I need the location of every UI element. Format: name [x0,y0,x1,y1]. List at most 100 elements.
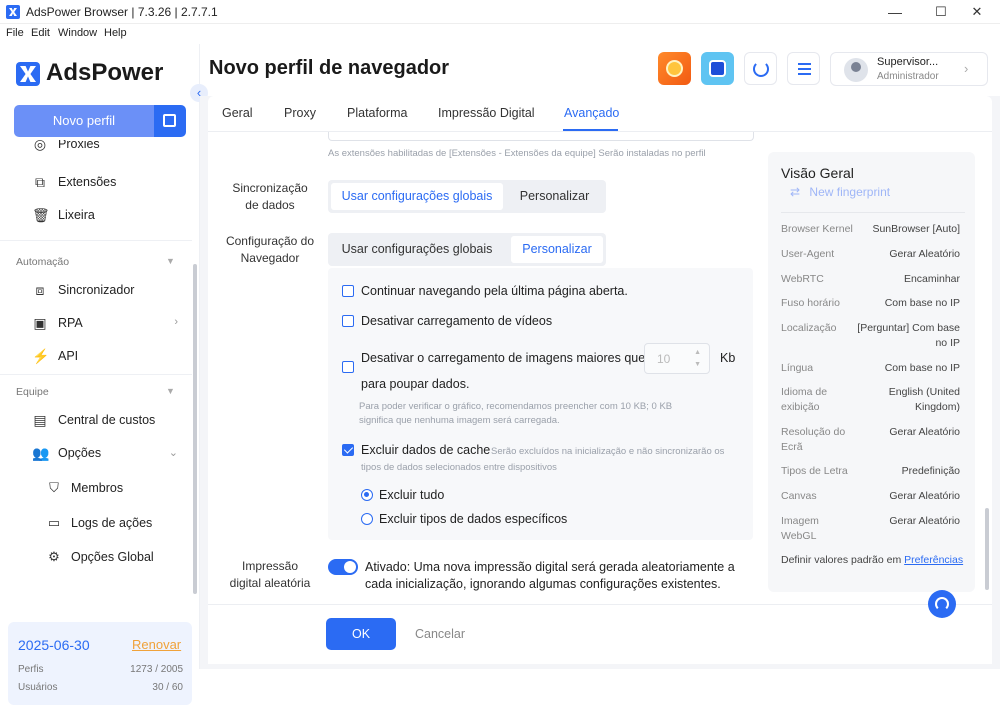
update-icon[interactable] [744,52,777,85]
overview-value: English (United Kingdom) [888,386,960,413]
exclude-all-radio[interactable] [361,489,373,501]
minimize-button[interactable]: — [872,0,918,24]
sidebar-item-api[interactable]: ⚡ API [30,345,190,369]
exclude-cache-hint: Serão excluídos na inicialização e não s… [361,446,725,473]
preferences-link[interactable]: Preferências [904,554,963,566]
sync-custom-option[interactable]: Personalizar [506,183,603,210]
users-icon: 👥 [32,445,50,461]
disable-images-label-cont: para poupar dados. [361,377,470,391]
renew-link[interactable]: Renovar [132,637,181,652]
overview-value: [Perguntar] Com base no IP [857,322,960,349]
tab-general[interactable]: Geral [222,106,253,120]
disable-images-checkbox[interactable] [342,361,354,373]
trash-icon: 🗑 [32,207,50,223]
divider [0,240,192,241]
image-size-hint: Para poder verificar o gráfico, recomend… [359,401,673,426]
close-button[interactable]: ✕ [954,0,1000,24]
add-square-icon [163,114,176,127]
overview-title: Visão Geral [781,165,854,181]
headset-icon[interactable] [928,590,956,618]
browser-custom-option[interactable]: Personalizar [511,236,603,263]
browser-config-label: Configuração do Navegador [225,234,315,265]
sidebar-item-rpa[interactable]: ▣ RPA › [30,312,190,336]
sync-icon: ⧈ [35,282,45,298]
exclude-specific-label: Excluir tipos de dados específicos [379,512,568,526]
tab-fingerprint[interactable]: Impressão Digital [438,106,535,120]
sidebar-item-trash[interactable]: 🗑 Lixeira [30,204,190,228]
browser-global-option[interactable]: Usar configurações globais [331,236,503,263]
overview-scrollbar[interactable] [985,508,989,590]
chevron-down-icon: ▼ [166,386,175,396]
overview-key: Língua [781,362,814,374]
avatar [844,58,868,82]
user-menu[interactable]: Supervisor... Administrador › [830,52,988,86]
logo-text: AdsPower [46,59,164,86]
chevron-right-icon: › [174,316,178,328]
continue-browsing-checkbox[interactable] [342,285,354,297]
random-fingerprint-toggle[interactable] [328,559,358,575]
sidebar-scrollbar[interactable] [193,264,197,594]
tab-platform[interactable]: Plataforma [347,106,407,120]
app-logo-icon [6,5,20,19]
settings-icon: ⚙ [48,549,60,564]
menu-help[interactable]: Help [104,27,127,39]
exclude-cache-checkbox[interactable] [342,444,354,456]
puzzle-icon: ⧉ [35,174,45,190]
image-size-unit: Kb [720,351,736,365]
list-menu-icon[interactable] [787,52,820,85]
sidebar-item-action-logs[interactable]: ▭ Logs de ações [46,512,196,536]
tab-proxy[interactable]: Proxy [284,106,316,120]
sidebar-item-cost-center[interactable]: ▤ Central de custos [30,409,190,433]
random-fingerprint-text: Ativado: Uma nova impressão digital será… [365,560,735,591]
overview-key: Fuso horário [781,297,840,309]
sidebar-item-proxies[interactable]: ◎ Proxies [30,140,190,154]
image-size-input[interactable]: 10 ▲ ▼ [644,343,710,374]
shuffle-icon: ⇄ [790,185,801,199]
menu-window[interactable]: Window [58,27,97,39]
plan-expiry-date: 2025-06-30 [18,637,90,653]
menu-bar: File Edit Window Help [0,24,1000,44]
disable-videos-checkbox[interactable] [342,315,354,327]
sidebar-item-members[interactable]: ⛉ Membros [46,477,196,501]
menu-file[interactable]: File [6,27,24,39]
sidebar-item-synchronizer[interactable]: ⧈ Sincronizador [30,279,190,303]
users-usage: Usuários 30 / 60 [18,682,183,693]
exclude-specific-radio[interactable] [361,513,373,525]
sidebar-item-extensions[interactable]: ⧉ Extensões [30,171,190,195]
overview-value: Gerar Aleatório [889,426,960,438]
disable-videos-label: Desativar carregamento de vídeos [361,314,553,328]
new-profile-batch-button[interactable] [154,105,186,137]
promo-coin-icon[interactable] [658,52,691,85]
new-fingerprint-button[interactable]: ⇄ New fingerprint [790,185,890,199]
overview-key: User-Agent [781,248,835,260]
ok-button[interactable]: OK [326,618,396,650]
cancel-button[interactable]: Cancelar [415,627,465,641]
extensions-hint: As extensões habilitadas de [Extensões -… [328,148,706,159]
decrement-icon[interactable]: ▼ [694,361,701,368]
overview-key: Idioma de exibição [781,386,828,413]
menu-edit[interactable]: Edit [31,27,50,39]
divider [781,212,965,213]
sidebar-item-options[interactable]: 👥 Opções ⌄ [30,442,190,466]
increment-icon[interactable]: ▲ [694,349,701,356]
chevron-right-icon: › [964,61,969,76]
support-icon[interactable] [701,52,734,85]
new-profile-button[interactable]: Novo perfil [14,105,154,137]
overview-panel: Visão Geral ⇄ New fingerprint Browser Ke… [768,152,975,592]
overview-value: Gerar Aleatório [889,515,960,527]
page-title: Novo perfil de navegador [209,57,450,79]
overview-value: Com base no IP [884,297,960,309]
sidebar-item-global-options[interactable]: ⚙ Opções Global [46,546,196,570]
overview-value: Predefinição [901,465,960,477]
extensions-field[interactable] [328,132,754,141]
section-team[interactable]: Equipe ▼ [16,386,175,398]
globe-icon: ◎ [33,140,47,152]
robot-icon: ▣ [33,315,47,331]
section-automation[interactable]: Automação ▼ [16,256,175,268]
tab-advanced[interactable]: Avançado [564,106,619,120]
data-sync-label: Sincronização de dados [232,181,308,212]
overview-value: Gerar Aleatório [889,490,960,502]
shield-icon: ⛉ [49,480,59,495]
sync-global-option[interactable]: Usar configurações globais [331,183,503,210]
tab-bar: Geral Proxy Plataforma Impressão Digital… [208,96,992,132]
